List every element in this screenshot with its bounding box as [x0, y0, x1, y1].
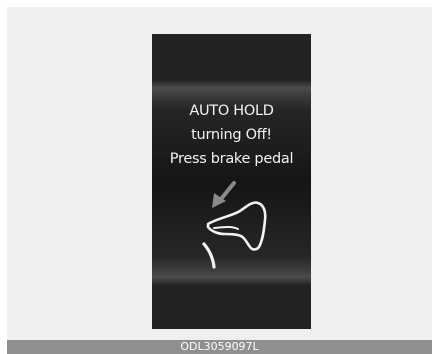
- pedal-arc: [202, 242, 216, 269]
- brake-pedal-icon: [202, 181, 267, 269]
- shoe-icon: [206, 201, 267, 251]
- cluster-display: AUTO HOLD turning Off! Press brake pedal: [152, 34, 311, 329]
- message-line-auto-hold: AUTO HOLD: [189, 103, 274, 119]
- message-line-turning-off: turning Off!: [191, 127, 272, 143]
- message-line-press-brake: Press brake pedal: [169, 151, 294, 167]
- figure-frame: AUTO HOLD turning Off! Press brake pedal: [7, 7, 432, 340]
- press-arrow-icon: [212, 181, 236, 208]
- sole-line: [213, 226, 239, 230]
- caption-bar: ODL3059097L: [7, 340, 432, 354]
- figure-code: ODL3059097L: [180, 340, 259, 353]
